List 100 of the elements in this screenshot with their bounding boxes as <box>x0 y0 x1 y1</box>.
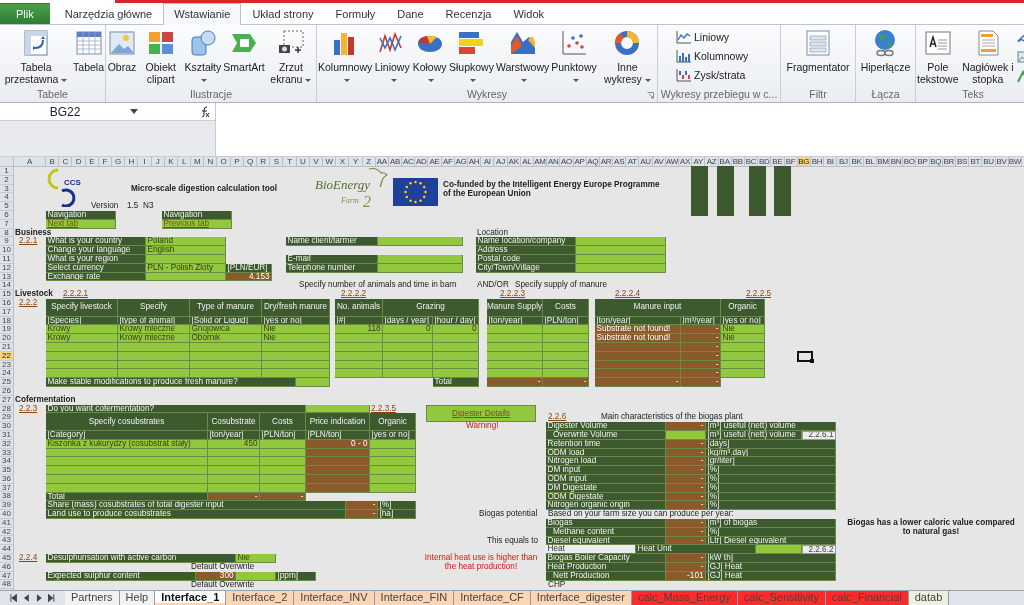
column-header[interactable]: BN <box>890 157 904 166</box>
column-header[interactable]: BG <box>797 157 811 166</box>
input-cell[interactable] <box>721 351 765 361</box>
input-cell[interactable] <box>433 369 479 379</box>
input-cell[interactable] <box>236 571 276 581</box>
section-link[interactable]: 2.2.3.5 <box>371 404 397 414</box>
input-cell[interactable] <box>370 448 416 458</box>
column-header[interactable]: AU <box>639 157 653 166</box>
input-cell[interactable] <box>543 334 589 343</box>
input-cell[interactable] <box>378 237 463 247</box>
column-header[interactable]: BU <box>982 157 996 166</box>
input-cell[interactable] <box>487 360 543 370</box>
row-header[interactable]: 32 <box>0 439 13 449</box>
row-header[interactable]: 4 <box>0 193 13 203</box>
input-cell[interactable] <box>370 457 416 467</box>
row-header[interactable]: 30 <box>0 422 13 431</box>
input-cell[interactable] <box>383 369 433 379</box>
input-cell[interactable] <box>190 369 262 379</box>
input-cell[interactable] <box>296 378 330 387</box>
input-cell[interactable]: 450 <box>208 439 260 449</box>
input-cell[interactable] <box>190 343 262 352</box>
column-header[interactable]: BH <box>810 157 825 166</box>
sheet-tab[interactable]: Interface_FIN <box>374 591 455 605</box>
section-link[interactable]: 2.2.3 <box>19 404 38 414</box>
column-header[interactable]: AV <box>652 157 666 166</box>
input-cell[interactable] <box>666 431 706 440</box>
input-cell[interactable] <box>543 325 589 335</box>
input-cell[interactable] <box>378 255 463 264</box>
column-header[interactable]: AG <box>454 157 468 166</box>
ribbon-button[interactable]: Zrzut ekranu <box>265 28 316 88</box>
column-header[interactable]: AJ <box>494 157 508 166</box>
ribbon-button[interactable]: Tabela przestawna <box>0 28 73 88</box>
input-cell[interactable]: Nie <box>721 325 765 335</box>
input-cell[interactable] <box>260 466 306 475</box>
input-cell[interactable]: Nie <box>262 334 330 343</box>
input-cell[interactable] <box>118 369 190 379</box>
column-header[interactable]: V <box>309 157 323 166</box>
ribbon-button[interactable]: Zysk/strata <box>676 68 746 82</box>
column-header[interactable]: AH <box>468 157 482 166</box>
input-cell[interactable] <box>383 360 433 370</box>
input-cell[interactable] <box>543 343 589 352</box>
input-cell[interactable] <box>756 545 802 555</box>
image-button[interactable] <box>717 165 734 216</box>
column-header[interactable]: O <box>217 157 231 166</box>
input-cell[interactable]: Obornik <box>190 334 262 343</box>
row-header[interactable]: 33 <box>0 448 13 458</box>
row-header[interactable]: 14 <box>0 281 13 291</box>
column-header[interactable]: N <box>204 157 218 166</box>
row-header[interactable]: 21 <box>0 342 13 352</box>
column-header[interactable]: AK <box>507 157 521 166</box>
row-header[interactable]: 26 <box>0 386 13 396</box>
input-cell[interactable] <box>576 263 666 273</box>
input-cell[interactable]: English <box>146 246 226 255</box>
input-cell[interactable] <box>543 351 589 361</box>
column-header[interactable]: AC <box>402 157 416 166</box>
row-header[interactable]: 7 <box>0 219 13 229</box>
row-header[interactable]: 24 <box>0 369 13 379</box>
column-header[interactable]: U <box>296 157 310 166</box>
input-cell[interactable] <box>335 360 383 370</box>
ribbon-tab[interactable]: Formuły <box>324 3 387 24</box>
column-header[interactable]: I <box>138 157 152 166</box>
column-header[interactable]: BP <box>916 157 930 166</box>
input-cell[interactable]: Krowy <box>46 334 118 343</box>
row-header[interactable]: 13 <box>0 272 13 282</box>
ribbon-tab[interactable]: Narzędzia główne <box>53 3 164 24</box>
input-cell[interactable] <box>208 448 260 458</box>
row-header[interactable]: 37 <box>0 483 13 493</box>
input-cell[interactable] <box>260 439 306 449</box>
input-cell[interactable] <box>487 343 543 352</box>
input-cell[interactable] <box>260 448 306 458</box>
row-header[interactable]: 38 <box>0 492 13 502</box>
column-header[interactable]: AN <box>547 157 561 166</box>
row-header[interactable]: 25 <box>0 378 13 387</box>
dialog-launcher-icon[interactable] <box>647 92 654 99</box>
input-cell[interactable]: 0 <box>383 325 433 335</box>
image-button[interactable] <box>691 165 708 216</box>
ribbon-button[interactable]: Obiekt clipart <box>138 28 184 88</box>
ribbon-button[interactable]: Warstwowy <box>494 28 551 88</box>
input-cell[interactable] <box>118 343 190 352</box>
first-sheet-icon[interactable] <box>10 594 17 602</box>
column-header[interactable]: AI <box>481 157 495 166</box>
input-cell[interactable] <box>46 474 208 484</box>
column-header[interactable]: J <box>151 157 165 166</box>
row-header[interactable]: 36 <box>0 474 13 484</box>
input-cell[interactable] <box>370 439 416 449</box>
column-header[interactable]: AS <box>613 157 627 166</box>
navigation-link[interactable]: Previous tab <box>162 219 232 229</box>
column-header[interactable]: AQ <box>586 157 600 166</box>
row-header[interactable]: 44 <box>0 545 13 555</box>
row-header[interactable]: 45 <box>0 554 13 563</box>
input-cell[interactable]: Nie <box>236 554 276 563</box>
input-cell[interactable] <box>576 255 666 264</box>
input-cell[interactable] <box>335 369 383 379</box>
input-cell[interactable] <box>262 369 330 379</box>
column-header[interactable]: D <box>72 157 86 166</box>
sheet-tab[interactable]: Interface_digester <box>530 591 632 605</box>
section-link[interactable]: 2.2.2.5 <box>746 290 772 299</box>
column-header[interactable]: AP <box>573 157 587 166</box>
column-header[interactable]: BV <box>995 157 1009 166</box>
sheet-tab[interactable]: Interface_INV <box>294 591 375 605</box>
